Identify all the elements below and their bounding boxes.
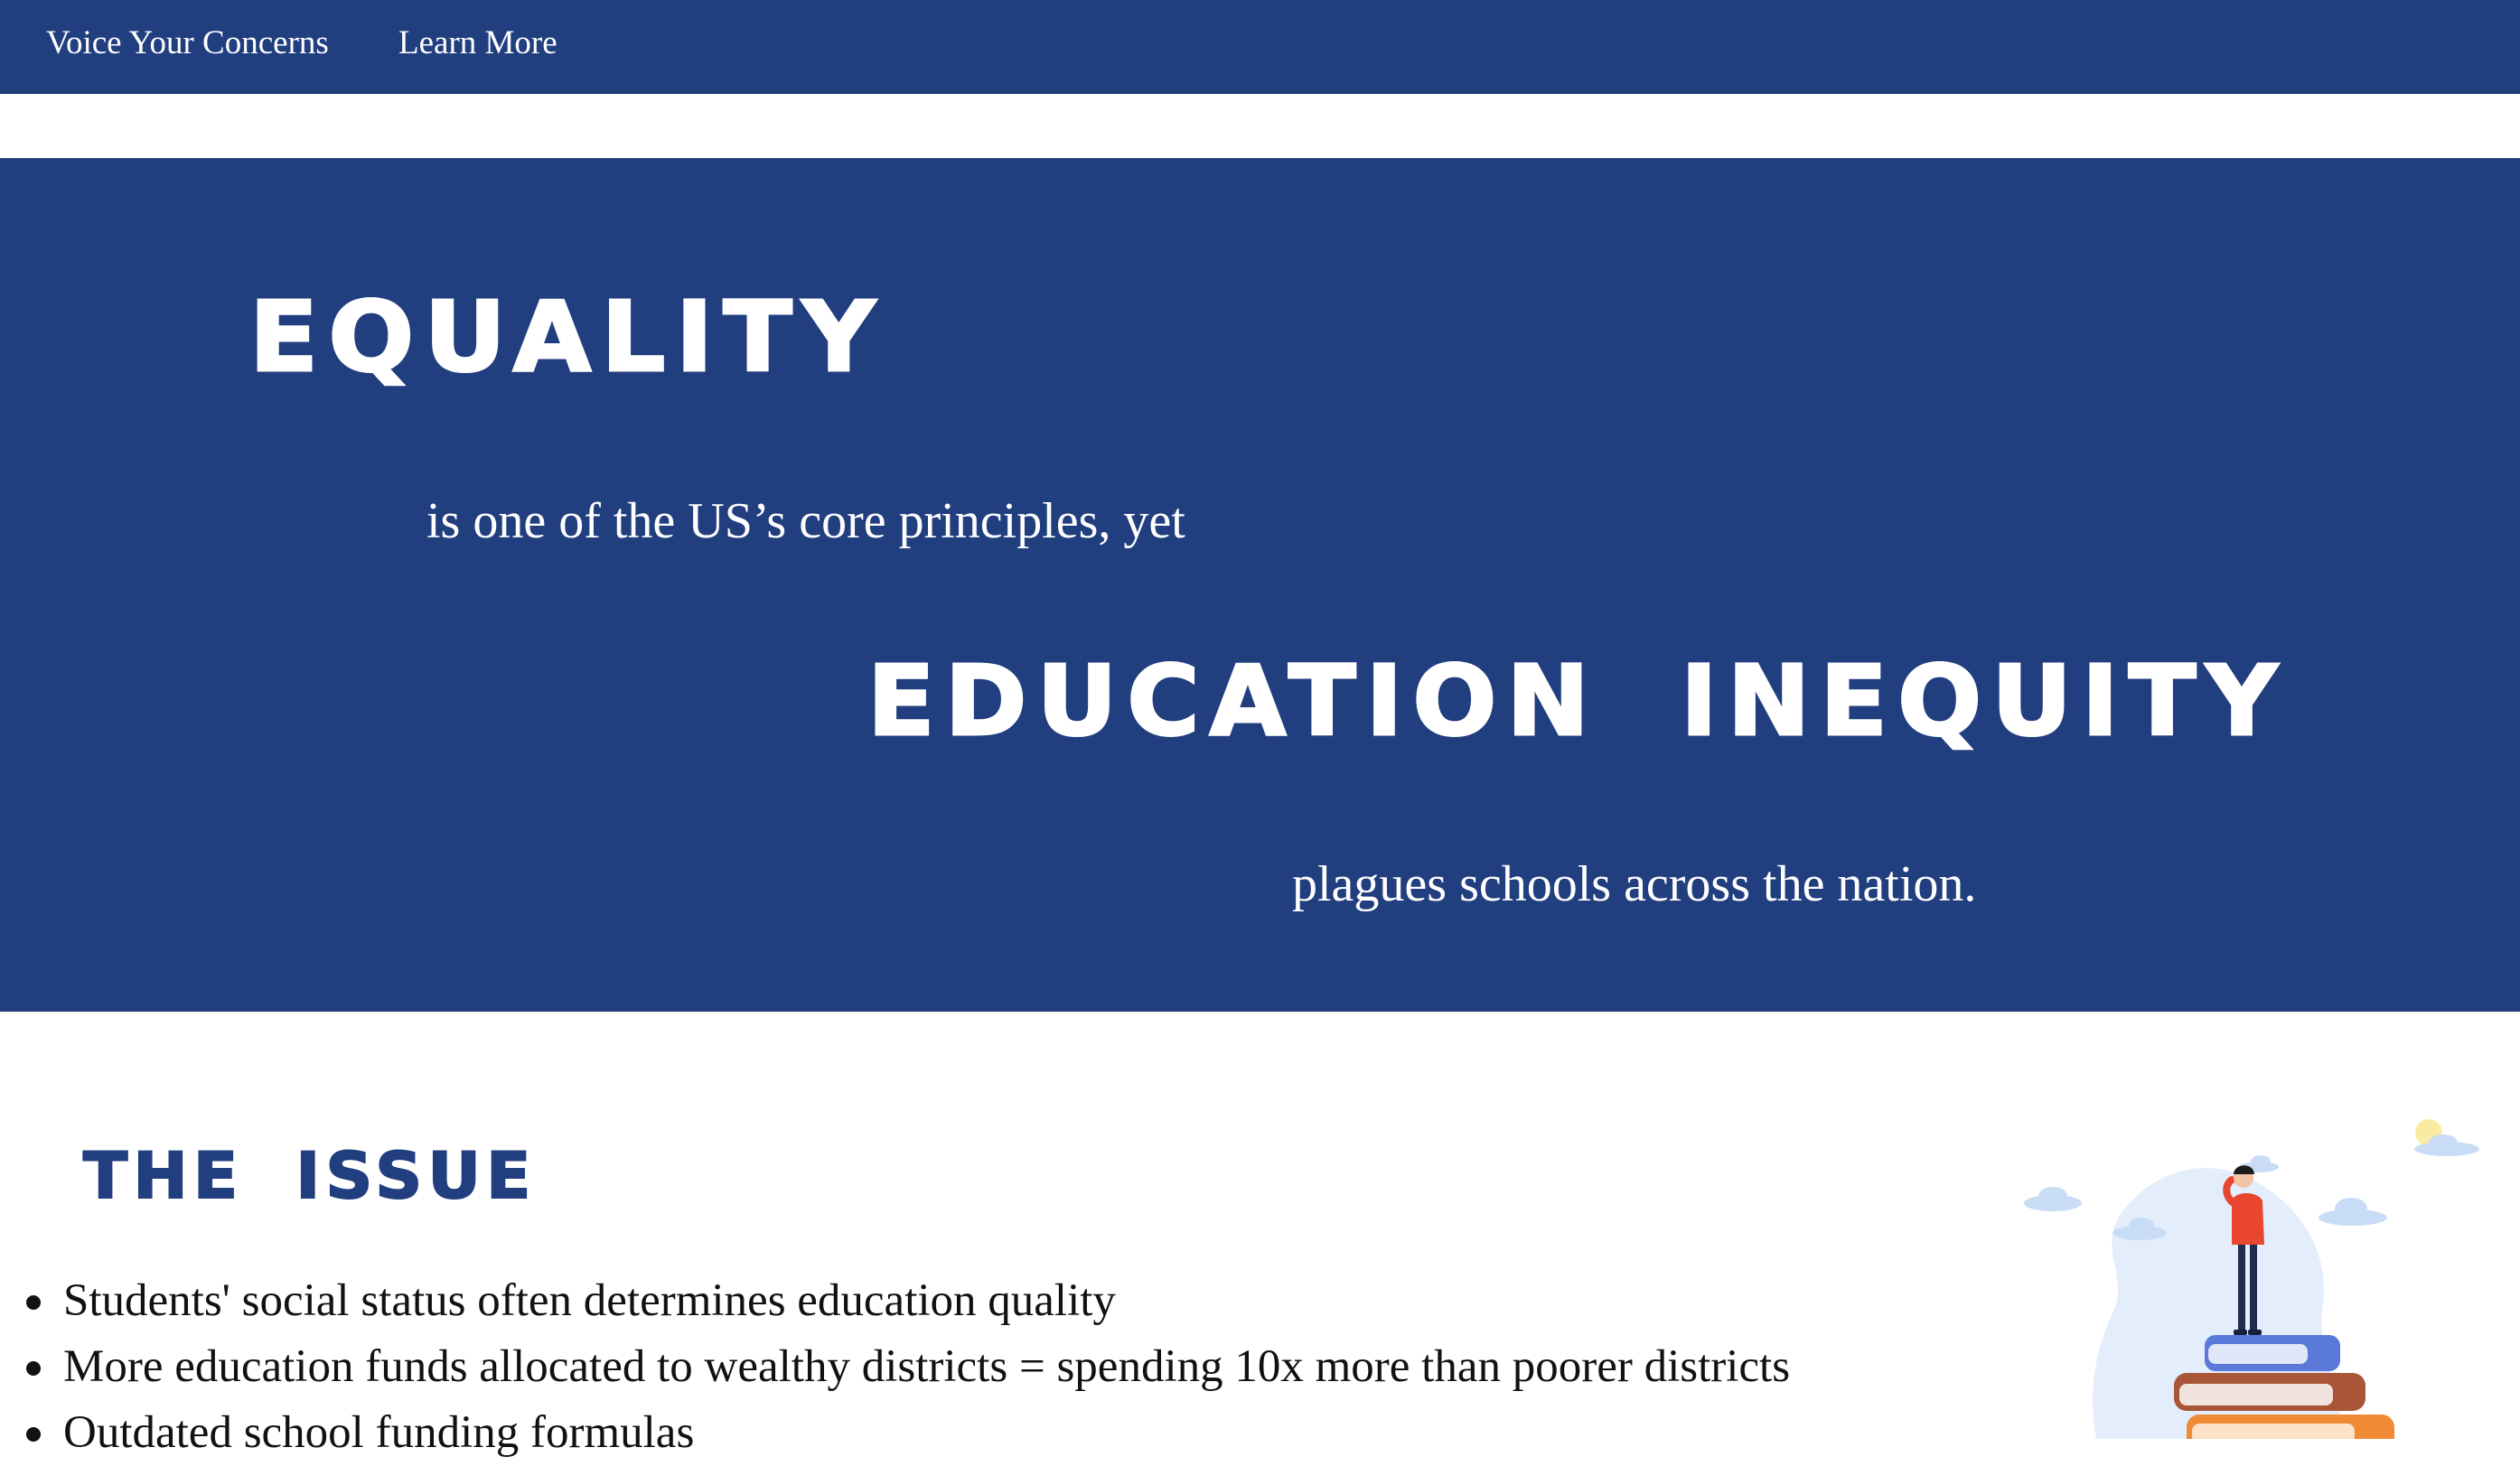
hero-text-core-principles: is one of the US’s core principles, yet [426, 493, 1185, 549]
cloud-icon [2024, 1187, 2082, 1211]
hero-heading-equality: EQUALITY [248, 282, 885, 394]
issue-list-item: Students' social status often determines… [0, 1268, 1790, 1334]
issue-item-text: More education funds allocated to wealth… [63, 1341, 1791, 1392]
bullet-icon [26, 1295, 41, 1310]
issue-list-item: More education funds allocated to wealth… [0, 1334, 1790, 1400]
issue-heading: THE ISSUE [82, 1139, 537, 1213]
nav-link-voice-your-concerns[interactable]: Voice Your Concerns [46, 20, 329, 67]
bullet-icon [26, 1361, 41, 1376]
issue-list-item: Outdated school funding formulas [0, 1400, 1790, 1466]
hero-text-plagues-schools: plagues schools across the nation. [1292, 856, 1977, 912]
issue-item-text: Outdated school funding formulas [63, 1407, 695, 1458]
person-on-books-illustration [2024, 1119, 2479, 1439]
cloud-icon [2319, 1198, 2387, 1226]
issue-item-text: Students' social status often determines… [63, 1275, 1116, 1326]
bullet-icon [26, 1427, 41, 1442]
hero-banner: EQUALITY is one of the US’s core princip… [0, 158, 2520, 1012]
nav-link-learn-more[interactable]: Learn More [398, 20, 557, 67]
top-nav-bar: Voice Your Concerns Learn More [0, 0, 2520, 94]
book-stack-icon [2174, 1335, 2394, 1439]
hero-heading-education-inequity: EDUCATION INEQUITY [866, 646, 2288, 758]
issue-list: Students' social status often determines… [0, 1268, 1790, 1466]
